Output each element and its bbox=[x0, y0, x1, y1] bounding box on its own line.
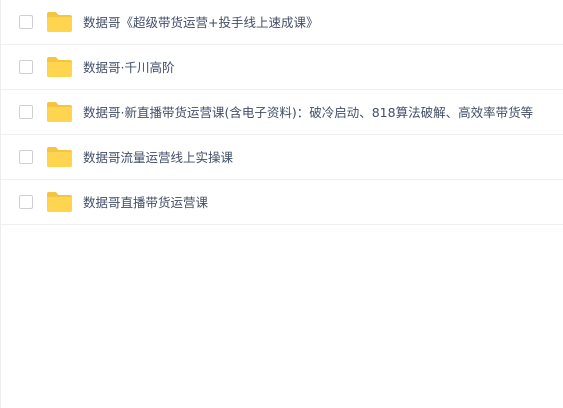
list-item[interactable]: 数据哥流量运营线上实操课 bbox=[1, 135, 563, 180]
list-item[interactable]: 数据哥·新直播带货运营课(含电子资料)：破冷启动、818算法破解、高效率带货等 bbox=[1, 90, 563, 135]
row-checkbox[interactable] bbox=[19, 105, 33, 119]
file-list: 数据哥《超级带货运营+投手线上速成课》 数据哥·千川高阶 数据哥·新直播带货运营… bbox=[0, 0, 563, 408]
row-checkbox[interactable] bbox=[19, 150, 33, 164]
folder-icon bbox=[46, 146, 73, 168]
folder-icon bbox=[46, 11, 73, 33]
file-name[interactable]: 数据哥直播带货运营课 bbox=[83, 180, 208, 225]
file-name[interactable]: 数据哥流量运营线上实操课 bbox=[83, 135, 233, 180]
folder-icon bbox=[46, 56, 73, 78]
file-name[interactable]: 数据哥《超级带货运营+投手线上速成课》 bbox=[83, 0, 318, 45]
list-item[interactable]: 数据哥《超级带货运营+投手线上速成课》 bbox=[1, 0, 563, 45]
row-checkbox[interactable] bbox=[19, 15, 33, 29]
folder-icon bbox=[46, 191, 73, 213]
list-item[interactable]: 数据哥直播带货运营课 bbox=[1, 180, 563, 225]
file-name[interactable]: 数据哥·千川高阶 bbox=[83, 45, 174, 90]
list-item[interactable]: 数据哥·千川高阶 bbox=[1, 45, 563, 90]
folder-icon bbox=[46, 101, 73, 123]
row-checkbox[interactable] bbox=[19, 60, 33, 74]
file-name[interactable]: 数据哥·新直播带货运营课(含电子资料)：破冷启动、818算法破解、高效率带货等 bbox=[83, 90, 533, 135]
row-checkbox[interactable] bbox=[19, 195, 33, 209]
